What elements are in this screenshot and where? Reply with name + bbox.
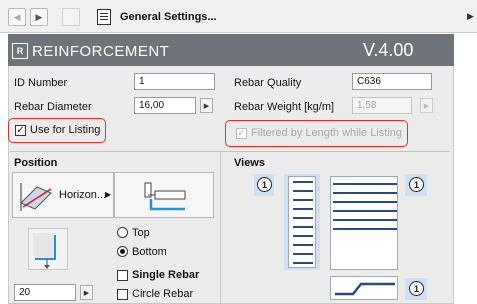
circle-rebar-label: Circle Rebar	[132, 288, 194, 300]
position-arrow-icon[interactable]: ▶	[80, 285, 93, 300]
rebar-weight-field[interactable]: 1,58	[352, 97, 412, 114]
id-number-field[interactable]: 1	[134, 73, 215, 90]
top-view-lines-icon	[333, 183, 397, 230]
panel-title: REINFORCEMENT	[32, 43, 170, 60]
rebar-quality-field[interactable]: C636	[352, 73, 432, 90]
rebar-diameter-label: Rebar Diameter	[14, 101, 92, 113]
views-heading: Views	[234, 157, 265, 169]
rebar-corner-icon	[33, 233, 56, 269]
bottom-radio[interactable]	[117, 246, 128, 257]
top-radio[interactable]	[117, 227, 128, 238]
use-for-listing-checkbox[interactable]: ✓	[15, 125, 26, 136]
logo-icon: R	[12, 43, 28, 59]
position-value-field[interactable]: 20	[14, 284, 76, 301]
caret-right-icon[interactable]: ▶	[467, 11, 474, 22]
favorites-icon[interactable]	[62, 8, 80, 26]
diameter-arrow-icon[interactable]: ▶	[200, 98, 213, 113]
id-number-label: ID Number	[14, 77, 68, 89]
bottom-label: Bottom	[132, 246, 167, 258]
settings-document-icon[interactable]	[97, 9, 111, 25]
bar-shape-button[interactable]	[114, 172, 214, 218]
view-badge-right[interactable]: 1	[409, 177, 424, 192]
circle-rebar-checkbox[interactable]	[117, 289, 128, 300]
filtered-by-length-checkbox[interactable]: ✓	[236, 128, 247, 139]
single-rebar-label: Single Rebar	[132, 269, 200, 281]
view-badge-bottom[interactable]: 1	[409, 281, 424, 296]
side-view-button[interactable]	[288, 176, 316, 268]
side-view-lines-icon	[293, 181, 313, 264]
horizontal-rebar-icon	[20, 183, 52, 211]
position-heading: Position	[14, 157, 58, 169]
section-divider	[10, 151, 450, 152]
bar-shape-icon	[144, 182, 186, 211]
rebar-preview-icon[interactable]	[28, 228, 68, 270]
use-for-listing-label: Use for Listing	[30, 124, 101, 136]
orientation-button[interactable]: Horizon... ▶	[12, 172, 114, 218]
orientation-arrow-icon: ▶	[105, 190, 112, 199]
version-label: V.4.00	[363, 40, 414, 60]
orientation-label: Horizon...	[59, 189, 107, 201]
back-arrow-icon[interactable]: ◀	[8, 8, 26, 26]
forward-arrow-icon[interactable]: ▶	[30, 8, 48, 26]
section-view-button[interactable]	[330, 276, 398, 300]
rebar-weight-label: Rebar Weight [kg/m]	[234, 101, 335, 113]
rebar-diameter-field[interactable]: 16,00	[134, 97, 196, 114]
top-label: Top	[132, 227, 150, 239]
rebar-quality-label: Rebar Quality	[234, 77, 302, 89]
toolbar: ◀ ▶ General Settings... ▶	[0, 0, 477, 33]
single-rebar-checkbox[interactable]	[117, 270, 128, 281]
weight-arrow-icon[interactable]: ▶	[420, 98, 433, 113]
view-badge-left[interactable]: 1	[257, 177, 272, 192]
settings-title[interactable]: General Settings...	[120, 11, 217, 23]
filtered-by-length-label: Filtered by Length while Listing	[251, 127, 403, 139]
vertical-divider	[220, 152, 221, 304]
top-view-button[interactable]	[330, 176, 398, 270]
section-view-shape-icon	[335, 282, 395, 296]
